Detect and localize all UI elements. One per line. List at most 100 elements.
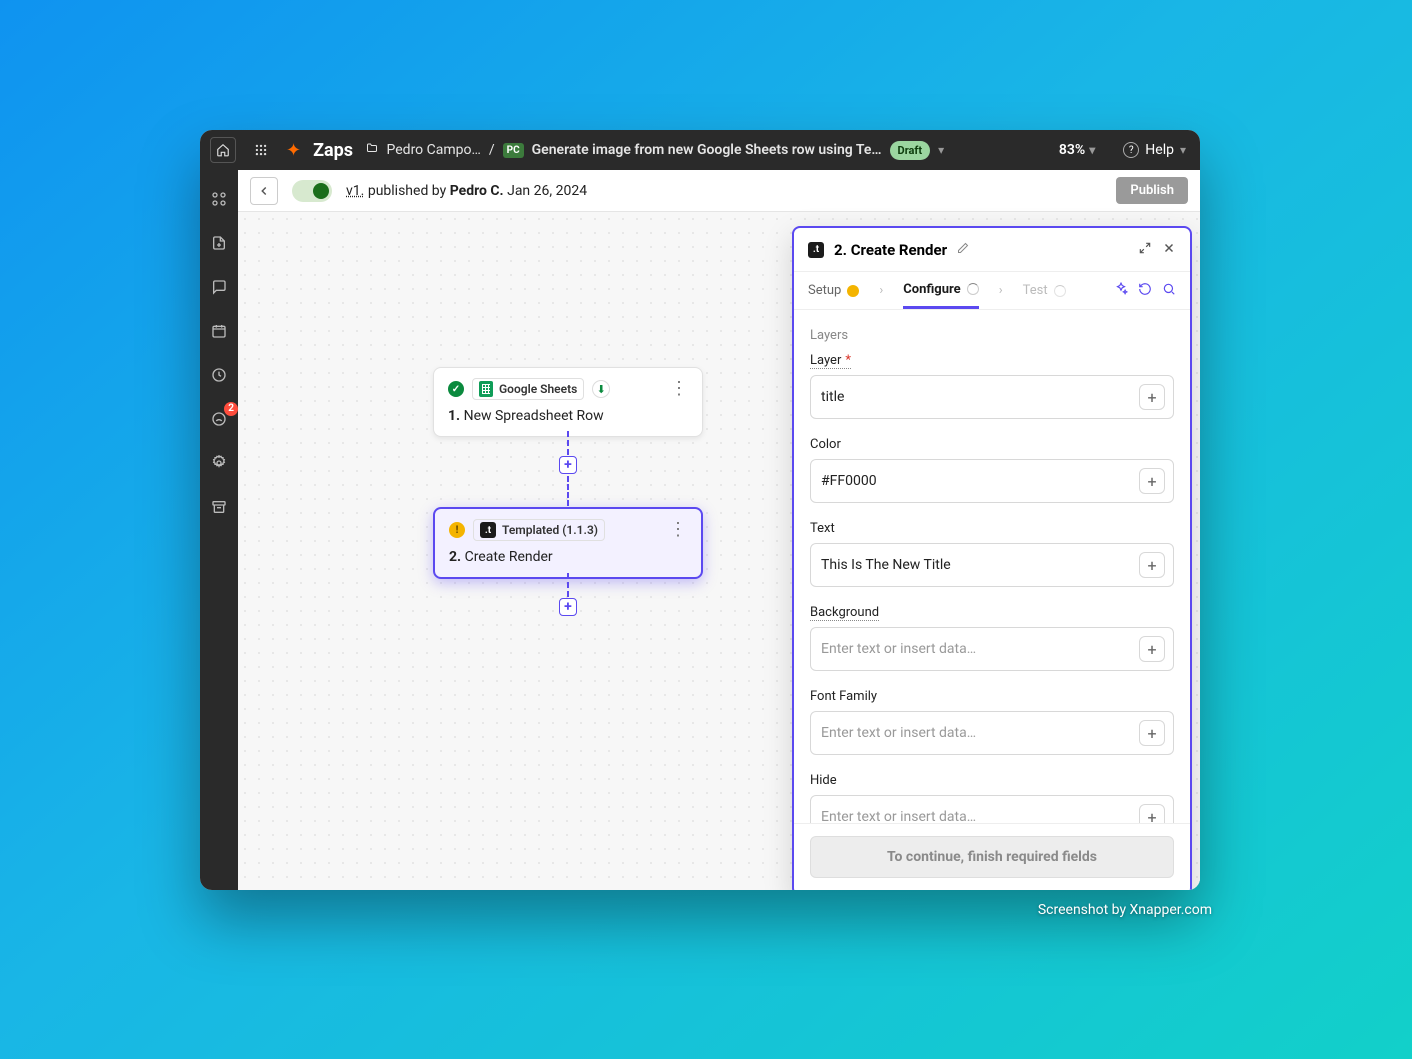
- insert-data-icon[interactable]: +: [1139, 552, 1165, 578]
- app-chip-templated: .t Templated (1.1.3): [473, 519, 605, 541]
- rail-calendar-icon[interactable]: [206, 318, 232, 344]
- field-label-hide: Hide: [810, 773, 837, 789]
- font-family-input[interactable]: [821, 725, 1131, 741]
- field-font-family[interactable]: +: [810, 711, 1174, 755]
- chevron-down-icon: ▾: [1089, 143, 1095, 157]
- field-label-font-family: Font Family: [810, 689, 877, 705]
- folder-link[interactable]: Pedro Campo…: [365, 142, 481, 158]
- node-menu-icon[interactable]: ⋮: [670, 384, 688, 394]
- panel-step-name: Create Render: [851, 241, 947, 259]
- tab-test[interactable]: Test: [1023, 272, 1066, 309]
- left-rail: 2: [200, 170, 238, 890]
- rail-file-add-icon[interactable]: [206, 230, 232, 256]
- tab-setup[interactable]: Setup: [808, 272, 859, 309]
- help-icon: ?: [1123, 142, 1139, 158]
- zoom-control[interactable]: 83% ▾: [1059, 142, 1095, 158]
- titlebar: ✦ Zaps Pedro Campo… / PC Generate image …: [200, 130, 1200, 170]
- step-name: Create Render: [465, 549, 553, 565]
- continue-button[interactable]: To continue, finish required fields: [810, 836, 1174, 878]
- rail-comments-icon[interactable]: [206, 274, 232, 300]
- rail-dashboard-icon[interactable]: [206, 186, 232, 212]
- rail-history-icon[interactable]: [206, 362, 232, 388]
- author-name: Pedro C.: [450, 183, 504, 199]
- rail-archive-icon[interactable]: [206, 494, 232, 520]
- back-button[interactable]: [250, 177, 278, 205]
- field-hide[interactable]: +: [810, 795, 1174, 823]
- zapier-bolt-icon: ✦: [286, 140, 301, 161]
- status-ok-icon: ✓: [448, 381, 464, 397]
- tab-configure[interactable]: Configure: [903, 272, 978, 309]
- zaps-label[interactable]: Zaps: [313, 140, 353, 161]
- help-menu[interactable]: ? Help ▾: [1123, 142, 1186, 158]
- help-label: Help: [1145, 142, 1174, 158]
- panel-tabs: Setup › Configure › Test: [794, 272, 1190, 310]
- rail-settings-icon[interactable]: [206, 450, 232, 476]
- screenshot-watermark: Screenshot by Xnapper.com: [1038, 902, 1212, 918]
- field-text[interactable]: +: [810, 543, 1174, 587]
- enable-toggle[interactable]: [292, 180, 332, 202]
- alert-count-badge: 2: [224, 402, 238, 416]
- app-chip-google-sheets: Google Sheets: [472, 378, 584, 400]
- panel-body[interactable]: Layers Layer* + Color: [794, 310, 1190, 823]
- insert-data-icon[interactable]: +: [1139, 804, 1165, 823]
- hide-input[interactable]: [821, 809, 1131, 823]
- step-number: 2.: [449, 549, 461, 565]
- node-menu-icon[interactable]: ⋮: [669, 525, 687, 535]
- color-input[interactable]: [821, 473, 1131, 489]
- search-icon[interactable]: [1162, 282, 1176, 300]
- add-step-button[interactable]: +: [559, 598, 577, 616]
- node-action[interactable]: ! .t Templated (1.1.3) ⋮ 2. Create Rende…: [433, 507, 703, 579]
- text-input[interactable]: [821, 557, 1131, 573]
- field-color[interactable]: +: [810, 459, 1174, 503]
- panel-footer: To continue, finish required fields: [794, 823, 1190, 890]
- loading-spinner-icon: [1054, 285, 1066, 297]
- section-layers-label: Layers: [810, 328, 1174, 343]
- add-step-button[interactable]: +: [559, 456, 577, 474]
- expand-icon[interactable]: [1138, 240, 1152, 259]
- step-number: 1.: [448, 408, 460, 424]
- background-input[interactable]: [821, 641, 1131, 657]
- publish-button[interactable]: Publish: [1116, 177, 1188, 204]
- layer-input[interactable]: [821, 389, 1131, 405]
- rail-alerts-icon[interactable]: 2: [206, 406, 232, 432]
- chevron-right-icon: ›: [999, 283, 1003, 298]
- version-link[interactable]: v1.: [346, 183, 364, 199]
- step-name: New Spreadsheet Row: [464, 408, 604, 424]
- insert-data-icon[interactable]: +: [1139, 720, 1165, 746]
- undo-icon[interactable]: [1138, 282, 1152, 300]
- ai-suggest-icon[interactable]: [1114, 282, 1128, 300]
- close-icon[interactable]: [1162, 240, 1176, 259]
- field-label-layer: Layer*: [810, 353, 851, 369]
- folder-name: Pedro Campo…: [387, 142, 481, 158]
- canvas[interactable]: ✓ Google Sheets ⬇ ⋮ 1. New Spreadsheet R…: [238, 212, 1200, 890]
- home-icon[interactable]: [210, 137, 236, 163]
- insert-data-icon[interactable]: +: [1139, 384, 1165, 410]
- apps-grid-icon[interactable]: [248, 137, 274, 163]
- field-layer[interactable]: +: [810, 375, 1174, 419]
- chevron-right-icon: ›: [879, 283, 883, 298]
- warn-dot-icon: [847, 285, 859, 297]
- draft-badge: Draft: [890, 141, 931, 160]
- google-sheets-icon: [479, 381, 493, 397]
- status-warn-icon: !: [449, 522, 465, 538]
- insert-data-icon[interactable]: +: [1139, 468, 1165, 494]
- edit-title-icon[interactable]: [957, 242, 969, 257]
- field-label-text: Text: [810, 521, 835, 537]
- publish-date: Jan 26, 2024: [507, 183, 587, 199]
- breadcrumb: Pedro Campo… / PC Generate image from ne…: [365, 141, 944, 160]
- chevron-down-icon[interactable]: ▾: [938, 143, 944, 157]
- zap-title[interactable]: Generate image from new Google Sheets ro…: [532, 142, 882, 158]
- templated-icon: .t: [808, 242, 824, 258]
- loading-spinner-icon: [967, 283, 979, 295]
- chevron-down-icon: ▾: [1180, 143, 1186, 157]
- insert-data-icon[interactable]: +: [1139, 636, 1165, 662]
- field-label-color: Color: [810, 437, 841, 453]
- zoom-value: 83%: [1059, 142, 1085, 158]
- breadcrumb-separator: /: [489, 142, 495, 158]
- app-window: ✦ Zaps Pedro Campo… / PC Generate image …: [200, 130, 1200, 890]
- field-label-background: Background: [810, 605, 879, 621]
- templated-icon: .t: [480, 522, 496, 538]
- field-background[interactable]: +: [810, 627, 1174, 671]
- connection-ok-icon: ⬇: [592, 380, 610, 398]
- node-trigger[interactable]: ✓ Google Sheets ⬇ ⋮ 1. New Spreadsheet R…: [433, 367, 703, 437]
